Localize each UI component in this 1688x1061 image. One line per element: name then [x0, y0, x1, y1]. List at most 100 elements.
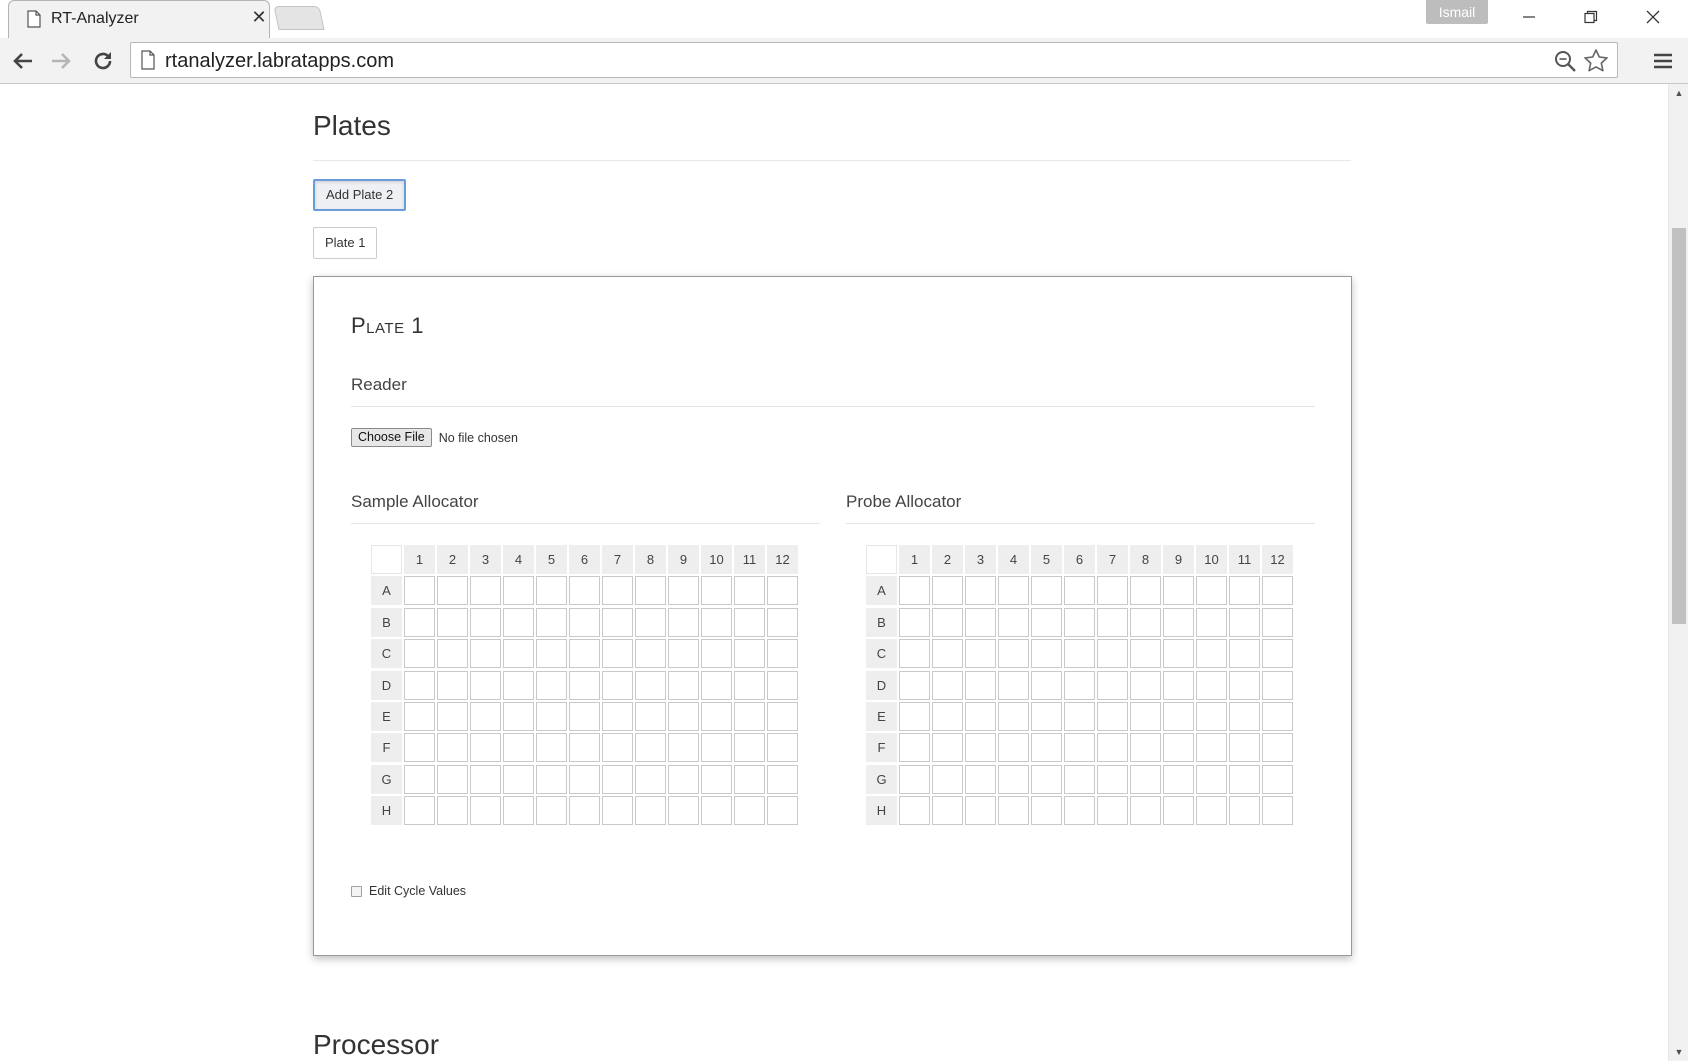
sample-well[interactable]: [635, 764, 666, 794]
probe-well[interactable]: [1163, 796, 1194, 826]
sample-well[interactable]: [404, 796, 435, 826]
bookmark-star-icon[interactable]: [1583, 48, 1609, 79]
sample-well[interactable]: [404, 607, 435, 637]
sample-well[interactable]: [470, 576, 501, 606]
sample-well[interactable]: [404, 670, 435, 700]
probe-well[interactable]: [1130, 576, 1161, 606]
browser-tab[interactable]: RT-Analyzer ✕: [8, 0, 270, 38]
probe-well[interactable]: [1064, 639, 1095, 669]
sample-well[interactable]: [569, 796, 600, 826]
sample-well[interactable]: [536, 796, 567, 826]
sample-well[interactable]: [602, 701, 633, 731]
sample-well[interactable]: [635, 639, 666, 669]
probe-well[interactable]: [1031, 576, 1062, 606]
probe-well[interactable]: [965, 607, 996, 637]
sample-well[interactable]: [536, 639, 567, 669]
url-text[interactable]: rtanalyzer.labratapps.com: [165, 50, 394, 73]
add-plate-button[interactable]: Add Plate 2: [313, 179, 407, 211]
probe-well[interactable]: [899, 670, 930, 700]
sample-well[interactable]: [701, 607, 732, 637]
sample-well[interactable]: [767, 670, 798, 700]
probe-well[interactable]: [932, 639, 963, 669]
probe-well[interactable]: [1064, 576, 1095, 606]
sample-well[interactable]: [569, 670, 600, 700]
sample-well[interactable]: [734, 607, 765, 637]
sample-well[interactable]: [635, 576, 666, 606]
probe-well[interactable]: [899, 796, 930, 826]
forward-arrow-icon[interactable]: [46, 46, 76, 76]
sample-well[interactable]: [503, 733, 534, 763]
close-window-icon[interactable]: [1622, 0, 1684, 34]
sample-well[interactable]: [536, 733, 567, 763]
sample-well[interactable]: [701, 796, 732, 826]
sample-well[interactable]: [734, 670, 765, 700]
probe-well[interactable]: [1130, 607, 1161, 637]
probe-well[interactable]: [1262, 607, 1293, 637]
probe-well[interactable]: [1097, 796, 1128, 826]
probe-well[interactable]: [1064, 701, 1095, 731]
probe-well[interactable]: [1196, 639, 1227, 669]
probe-well[interactable]: [1196, 576, 1227, 606]
probe-well[interactable]: [1130, 701, 1161, 731]
sample-well[interactable]: [767, 764, 798, 794]
sample-well[interactable]: [437, 764, 468, 794]
probe-well[interactable]: [1229, 670, 1260, 700]
sample-well[interactable]: [668, 576, 699, 606]
probe-well[interactable]: [965, 796, 996, 826]
probe-well[interactable]: [932, 576, 963, 606]
sample-well[interactable]: [668, 701, 699, 731]
probe-well[interactable]: [1163, 764, 1194, 794]
probe-well[interactable]: [1064, 670, 1095, 700]
plate-1-tab-button[interactable]: Plate 1: [313, 227, 378, 259]
probe-well[interactable]: [998, 607, 1029, 637]
probe-well[interactable]: [1229, 607, 1260, 637]
address-bar[interactable]: rtanalyzer.labratapps.com: [130, 42, 1618, 78]
probe-well[interactable]: [1064, 607, 1095, 637]
sample-well[interactable]: [767, 796, 798, 826]
new-tab-button[interactable]: [273, 6, 325, 30]
probe-well[interactable]: [1097, 733, 1128, 763]
probe-well[interactable]: [1262, 639, 1293, 669]
sample-well[interactable]: [635, 733, 666, 763]
sample-well[interactable]: [569, 733, 600, 763]
sample-well[interactable]: [503, 607, 534, 637]
probe-well[interactable]: [1130, 733, 1161, 763]
probe-well[interactable]: [932, 701, 963, 731]
sample-well[interactable]: [701, 670, 732, 700]
sample-well[interactable]: [569, 701, 600, 731]
probe-well[interactable]: [932, 733, 963, 763]
sample-well[interactable]: [734, 639, 765, 669]
probe-well[interactable]: [1196, 733, 1227, 763]
probe-well[interactable]: [1031, 764, 1062, 794]
probe-well[interactable]: [1163, 639, 1194, 669]
sample-well[interactable]: [503, 639, 534, 669]
probe-well[interactable]: [1262, 701, 1293, 731]
choose-file-button[interactable]: Choose File: [351, 428, 432, 447]
sample-well[interactable]: [635, 796, 666, 826]
sample-well[interactable]: [470, 639, 501, 669]
probe-well[interactable]: [932, 764, 963, 794]
sample-well[interactable]: [437, 639, 468, 669]
sample-well[interactable]: [404, 576, 435, 606]
sample-well[interactable]: [536, 670, 567, 700]
probe-well[interactable]: [1064, 796, 1095, 826]
probe-well[interactable]: [1196, 701, 1227, 731]
sample-well[interactable]: [503, 796, 534, 826]
probe-well[interactable]: [899, 733, 930, 763]
sample-well[interactable]: [602, 796, 633, 826]
sample-well[interactable]: [734, 764, 765, 794]
sample-well[interactable]: [536, 576, 567, 606]
probe-well[interactable]: [899, 576, 930, 606]
sample-well[interactable]: [470, 670, 501, 700]
probe-well[interactable]: [1163, 607, 1194, 637]
probe-well[interactable]: [1130, 639, 1161, 669]
probe-well[interactable]: [1064, 764, 1095, 794]
probe-well[interactable]: [1196, 607, 1227, 637]
sample-well[interactable]: [437, 796, 468, 826]
sample-well[interactable]: [503, 576, 534, 606]
profile-badge[interactable]: Ismail: [1426, 0, 1488, 24]
sample-well[interactable]: [668, 639, 699, 669]
zoom-icon[interactable]: [1553, 49, 1577, 78]
sample-well[interactable]: [701, 639, 732, 669]
probe-well[interactable]: [1196, 796, 1227, 826]
